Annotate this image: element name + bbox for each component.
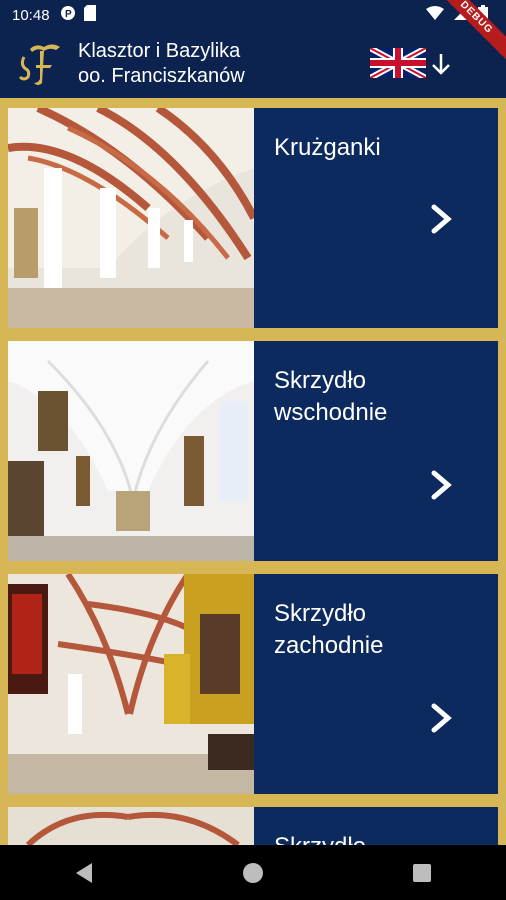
back-button[interactable] (64, 853, 104, 893)
section-panel: Krużganki (254, 108, 498, 328)
section-panel: Skrzydło wschodnie (254, 341, 498, 561)
section-card-skrzydlo[interactable]: Skrzydło (8, 807, 498, 845)
app-notification-icon: P (60, 5, 76, 26)
recents-button[interactable] (402, 853, 442, 893)
section-title: Krużganki (274, 134, 381, 161)
status-bar: 10:48 P (0, 0, 506, 30)
section-card-skrzydlo-zachodnie[interactable]: Skrzydło zachodnie (8, 572, 498, 794)
back-triangle-icon (76, 862, 93, 883)
app-bar: Klasztor i Bazylika oo. Franciszkanów (0, 30, 506, 98)
section-title: Skrzydło (274, 831, 478, 845)
section-card-skrzydlo-wschodnie[interactable]: Skrzydło wschodnie (8, 341, 498, 561)
home-button[interactable] (233, 853, 273, 893)
franciscan-logo-icon (16, 39, 66, 89)
section-image-skrzydlo-zachodnie (8, 572, 254, 794)
section-image-skrzydlo-wschodnie (8, 341, 254, 561)
chevron-right-icon[interactable] (430, 702, 454, 739)
app-title-line2: oo. Franciszkanów (78, 65, 245, 87)
chevron-right-icon[interactable] (430, 469, 454, 506)
section-image-skrzydlo (8, 807, 254, 845)
arrow-down-icon[interactable] (430, 52, 452, 81)
uk-flag-icon (368, 45, 428, 83)
sections-list: Krużganki Skrzydło wschodnie Skrzydło za… (0, 98, 506, 845)
section-image-kruzganki (7, 104, 258, 328)
sim-card-icon (83, 4, 96, 26)
wifi-icon (426, 5, 444, 25)
system-navigation-bar (0, 845, 506, 900)
section-panel: Skrzydło (254, 807, 498, 845)
svg-text:P: P (65, 9, 72, 20)
app-title-line1: Klasztor i Bazylika (78, 40, 241, 62)
section-title: Skrzydło wschodnie (274, 367, 388, 426)
language-selector[interactable] (368, 45, 428, 83)
recents-square-icon (412, 863, 431, 882)
home-circle-icon (242, 862, 263, 883)
chevron-right-icon[interactable] (430, 203, 454, 240)
section-title: Skrzydło zachodnie (274, 600, 384, 659)
status-time: 10:48 (12, 6, 50, 24)
section-card-kruzganki[interactable]: Krużganki (7, 104, 498, 328)
section-panel: Skrzydło zachodnie (254, 574, 498, 794)
